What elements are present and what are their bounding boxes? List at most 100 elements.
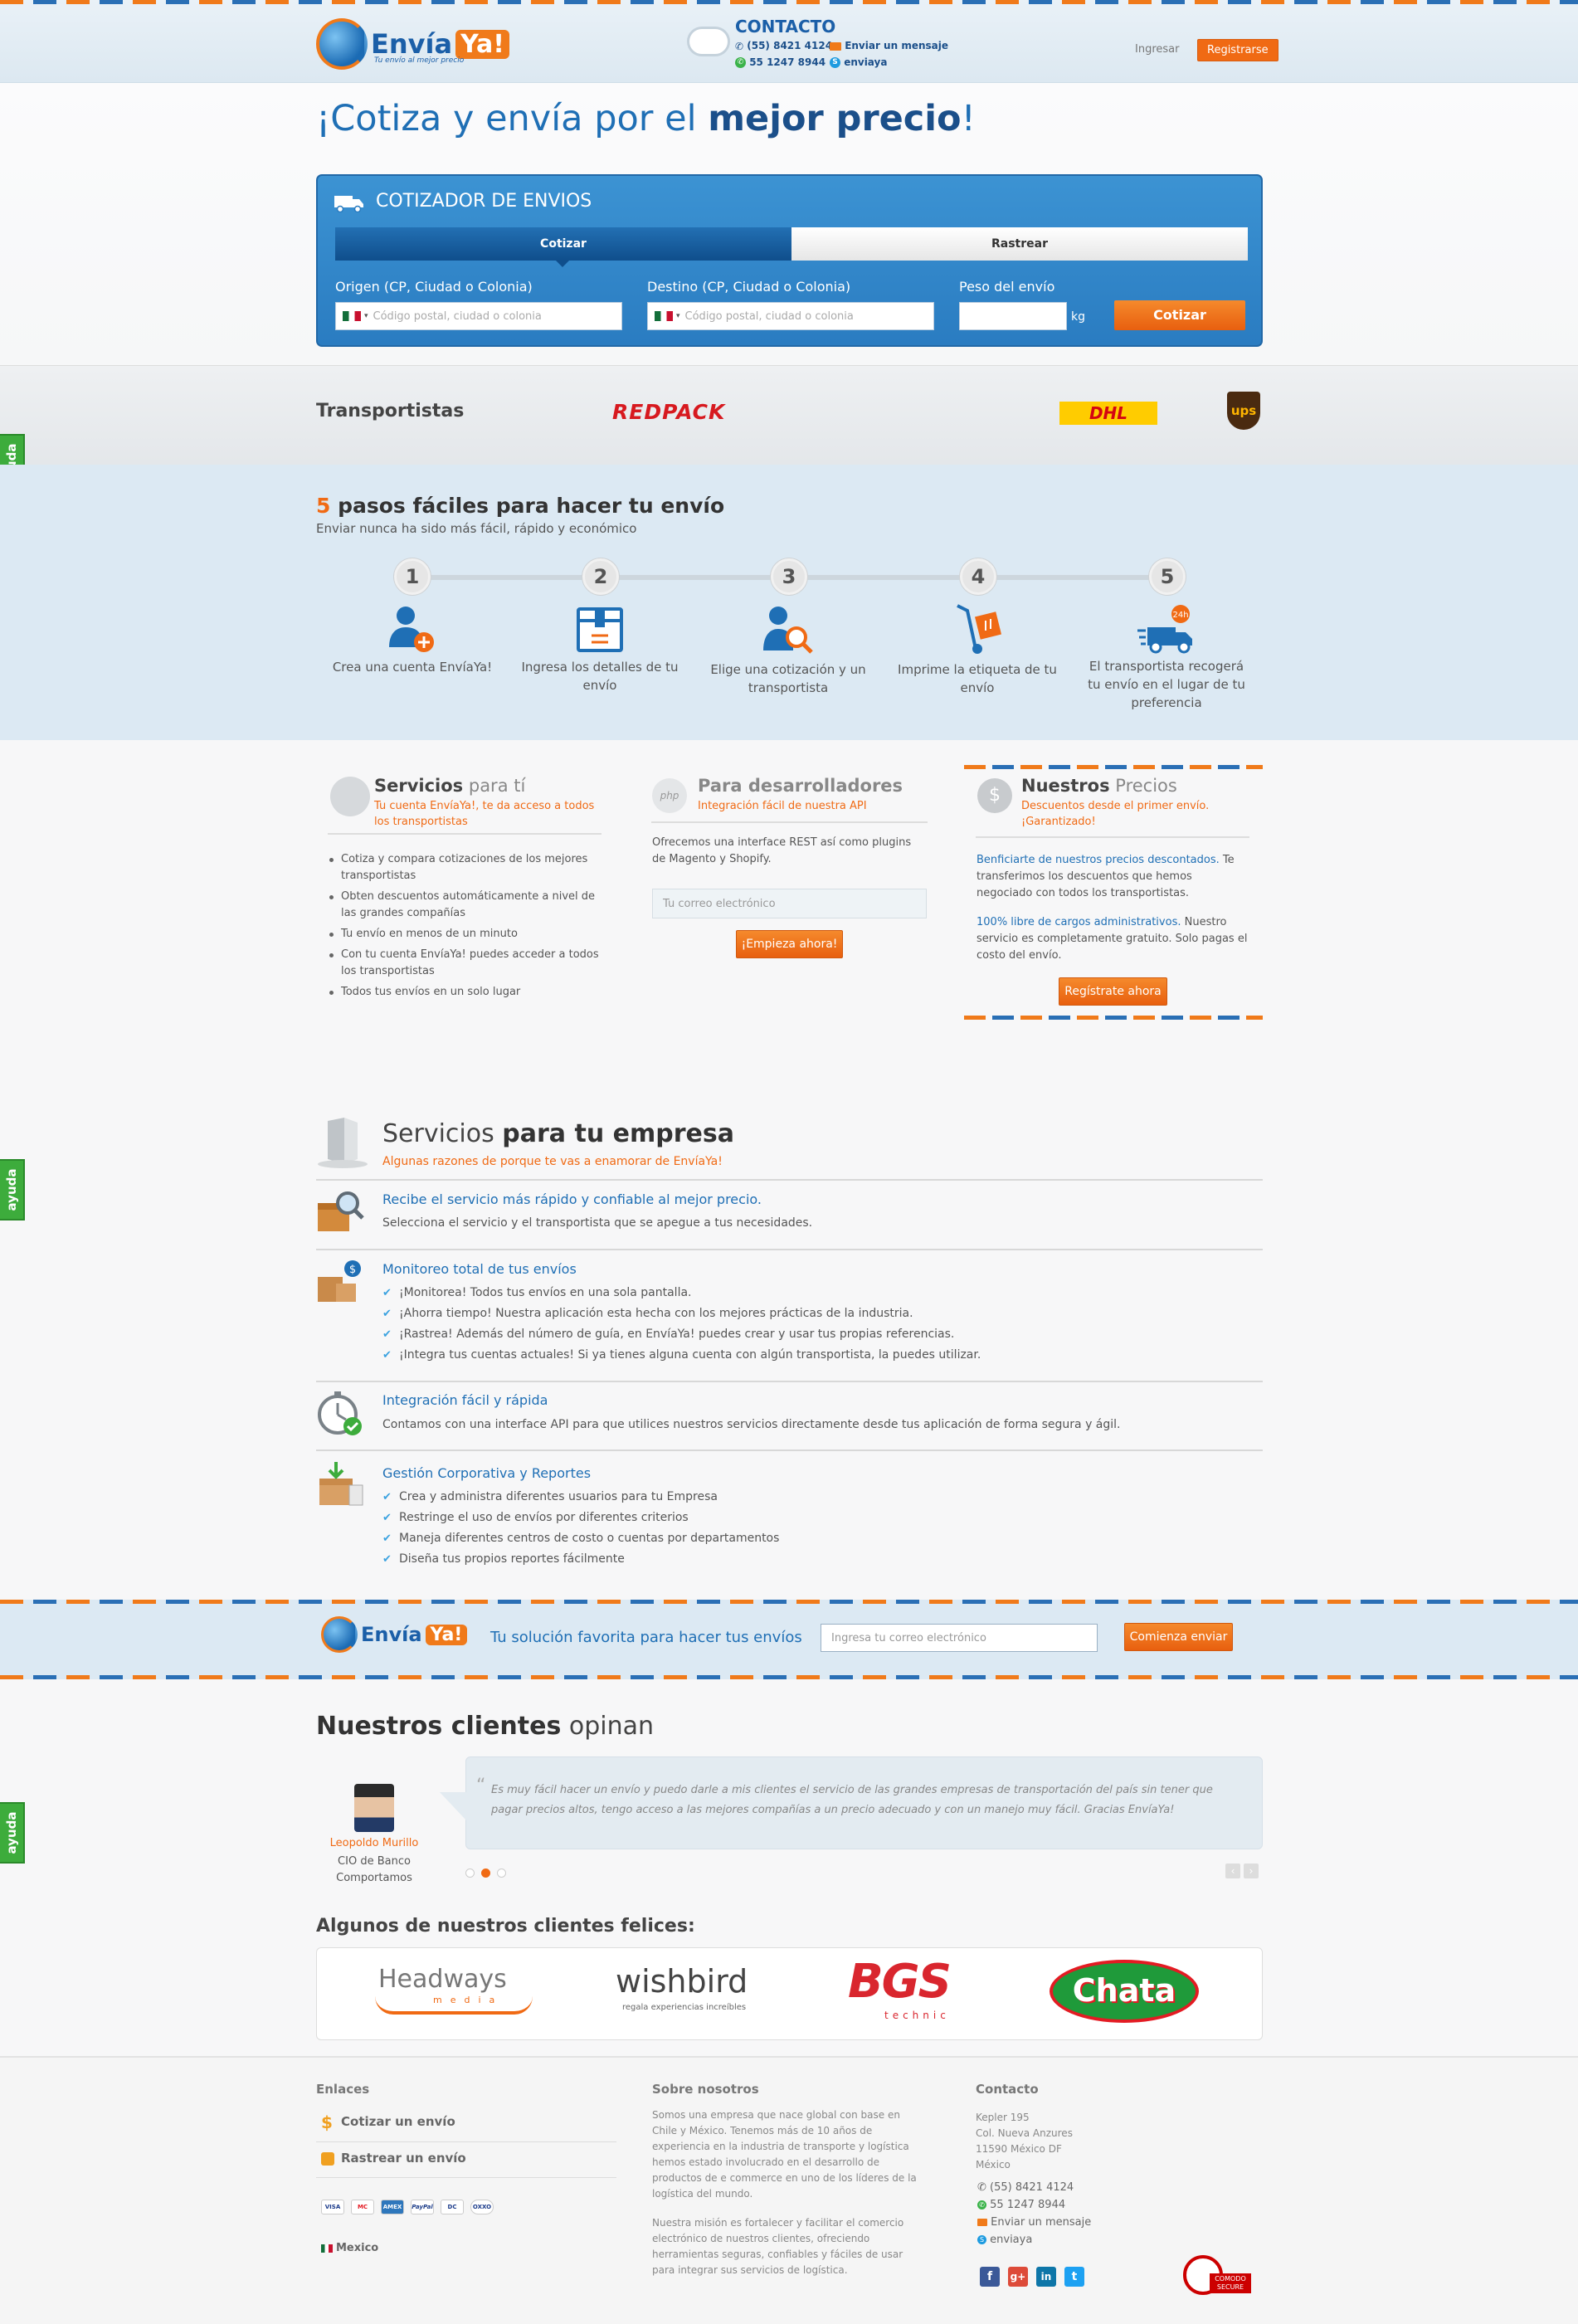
- avatar: [354, 1784, 394, 1832]
- servicios-list: Cotiza y compara cotizaciones de los mej…: [328, 851, 601, 1005]
- mail-icon: [830, 41, 841, 51]
- testimonial-quote: Es muy fácil hacer un envío y puedo darl…: [491, 1784, 1213, 1816]
- facebook-icon[interactable]: f: [980, 2267, 1000, 2287]
- step-number: 5: [1149, 558, 1186, 595]
- footer-track-label: Rastrear un envío: [341, 2151, 466, 2166]
- servicios-subtitle: Tu cuenta EnvíaYa!, te da acceso a todos…: [374, 800, 595, 828]
- whatsapp-icon: ✆: [735, 57, 746, 68]
- cta-logo[interactable]: Envía Ya!: [321, 1616, 468, 1653]
- chevron-down-icon: ▾: [364, 312, 368, 320]
- package-download-icon: [319, 1462, 363, 1506]
- footer-email[interactable]: Enviar un mensaje: [977, 2214, 1091, 2231]
- start-now-button[interactable]: ¡Empieza ahora!: [736, 930, 843, 958]
- ups-logo: ups: [1227, 392, 1260, 430]
- footer-track-link[interactable]: Rastrear un envío: [321, 2151, 466, 2166]
- boxes-money-icon: $: [318, 1260, 361, 1302]
- mexico-flag-icon: [655, 311, 673, 321]
- stripe-divider: [964, 1016, 1263, 1020]
- footer-phone[interactable]: ✆ (55) 8421 4124: [977, 2179, 1091, 2196]
- footer-whatsapp[interactable]: ✆ 55 1247 8944: [977, 2196, 1091, 2214]
- precios-title: Nuestros Precios: [1021, 776, 1177, 796]
- tab-cotizar[interactable]: Cotizar: [335, 227, 791, 267]
- register-button[interactable]: Registrarse: [1197, 39, 1278, 61]
- help-tab[interactable]: ayuda: [0, 1802, 25, 1864]
- quote-open-icon: “: [476, 1776, 486, 1796]
- skype-icon: S: [977, 2235, 986, 2244]
- quote-title: COTIZADOR DE ENVIOS: [376, 191, 592, 212]
- oxxo-icon: OXXO: [470, 2200, 494, 2214]
- contact-skype[interactable]: S enviaya: [830, 56, 887, 68]
- contact-whatsapp[interactable]: ✆ 55 1247 8944: [735, 56, 826, 68]
- weight-input[interactable]: [959, 302, 1067, 330]
- footer-skype[interactable]: S enviaya: [977, 2231, 1091, 2248]
- testimonial-role: CIO de Banco Comportamos: [336, 1855, 412, 1884]
- divider: [316, 2177, 616, 2178]
- step-number: 1: [394, 558, 431, 595]
- register-now-button[interactable]: Regístrate ahora: [1059, 977, 1167, 1006]
- login-link[interactable]: Ingresar: [1135, 43, 1179, 56]
- list-item: Cotiza y compara cotizaciones de los mej…: [328, 851, 601, 884]
- carousel-dot[interactable]: [497, 1868, 506, 1878]
- phone-icon: ✆: [735, 40, 744, 52]
- redpack-logo: REDPACK: [612, 400, 726, 424]
- origin-label: Origen (CP, Ciudad o Colonia): [335, 279, 533, 295]
- twitter-icon[interactable]: t: [1064, 2267, 1084, 2287]
- step-text: Elige una cotización y un transportista: [710, 662, 866, 695]
- cta-logo-ya: Ya!: [425, 1624, 468, 1645]
- divider: [651, 821, 928, 823]
- precios-title-bold: Nuestros: [1021, 776, 1110, 796]
- origin-input[interactable]: ▾ Código postal, ciudad o colonia: [335, 302, 622, 330]
- contact-phone[interactable]: ✆ (55) 8421 4124: [735, 40, 832, 52]
- footer-address: Kepler 195 Col. Nueva Anzures 11590 Méxi…: [976, 2110, 1225, 2173]
- footer-links-title: Enlaces: [316, 2082, 370, 2097]
- email-label: Enviar un mensaje: [845, 40, 948, 51]
- divider: [316, 1179, 1263, 1181]
- precios-p1-link[interactable]: Benficiarte de nuestros precios desconta…: [977, 854, 1220, 866]
- address-line: 11590 México DF: [976, 2143, 1062, 2155]
- step-text: El transportista recogerá tu envío en el…: [1088, 659, 1245, 710]
- empresa-s1-text: Selecciona el servicio y el transportist…: [382, 1216, 813, 1230]
- footer-contact-title: Contacto: [976, 2082, 1039, 2097]
- dev-email-input[interactable]: Tu correo electrónico: [652, 889, 927, 918]
- origin-placeholder: Código postal, ciudad o colonia: [373, 309, 542, 323]
- logo-globe-icon: [321, 1616, 358, 1653]
- list-item: Diseña tus propios reportes fácilmente: [382, 1549, 779, 1570]
- footer-quote-link[interactable]: $ Cotizar un envío: [321, 2112, 455, 2132]
- users-icon: [330, 777, 370, 816]
- list-item: Tu envío en menos de un minuto: [328, 926, 601, 943]
- carousel-dot-active[interactable]: [481, 1868, 490, 1878]
- chat-bubble-icon: [687, 27, 730, 56]
- cta-email-input[interactable]: Ingresa tu correo electrónico: [821, 1624, 1098, 1652]
- diners-icon: DC: [441, 2200, 464, 2214]
- stopwatch-check-icon: [318, 1391, 362, 1435]
- whatsapp-number: 55 1247 8944: [749, 56, 826, 68]
- building-icon: [318, 1118, 368, 1168]
- help-tab[interactable]: ayuda: [0, 1159, 25, 1220]
- happy-clients-title: Algunos de nuestros clientes felices:: [316, 1916, 695, 1937]
- step-text: Imprime la etiqueta de tu envío: [898, 662, 1057, 695]
- precios-p2-link[interactable]: 100% libre de cargos administrativos.: [977, 916, 1181, 928]
- carousel-prev-icon[interactable]: ‹: [1225, 1864, 1240, 1878]
- dollar-icon: $: [321, 2112, 333, 2132]
- testimonials-title-bold: Nuestros clientes: [316, 1712, 562, 1741]
- destination-input[interactable]: ▾ Código postal, ciudad o colonia: [647, 302, 934, 330]
- linkedin-icon[interactable]: in: [1036, 2267, 1056, 2287]
- cotizar-button[interactable]: Cotizar: [1114, 300, 1245, 330]
- servicios-title-light: para tí: [463, 776, 526, 796]
- dev-title-bold: desarrolladores: [742, 776, 903, 796]
- footer-skype-name: enviaya: [990, 2234, 1033, 2246]
- testimonials-title: Nuestros clientes opinan: [316, 1712, 654, 1741]
- contact-email[interactable]: Enviar un mensaje: [830, 40, 948, 51]
- carousel-next-icon[interactable]: ›: [1244, 1864, 1259, 1878]
- start-sending-button[interactable]: Comienza enviar: [1124, 1623, 1233, 1651]
- footer-about-p1: Somos una empresa que nace global con ba…: [652, 2109, 917, 2200]
- footer-email-label: Enviar un mensaje: [991, 2216, 1092, 2229]
- logo[interactable]: Envía Ya! Tu envío al mejor precio: [316, 18, 509, 70]
- carousel-dot[interactable]: [465, 1868, 475, 1878]
- google-plus-icon[interactable]: g+: [1008, 2267, 1028, 2287]
- country-selector[interactable]: Mexico: [321, 2242, 378, 2254]
- truck-icon: [334, 196, 363, 212]
- stripe-divider: [964, 765, 1263, 769]
- tab-rastrear[interactable]: Rastrear: [791, 227, 1248, 261]
- hero-title-pre: ¡Cotiza y envía por el: [316, 98, 709, 139]
